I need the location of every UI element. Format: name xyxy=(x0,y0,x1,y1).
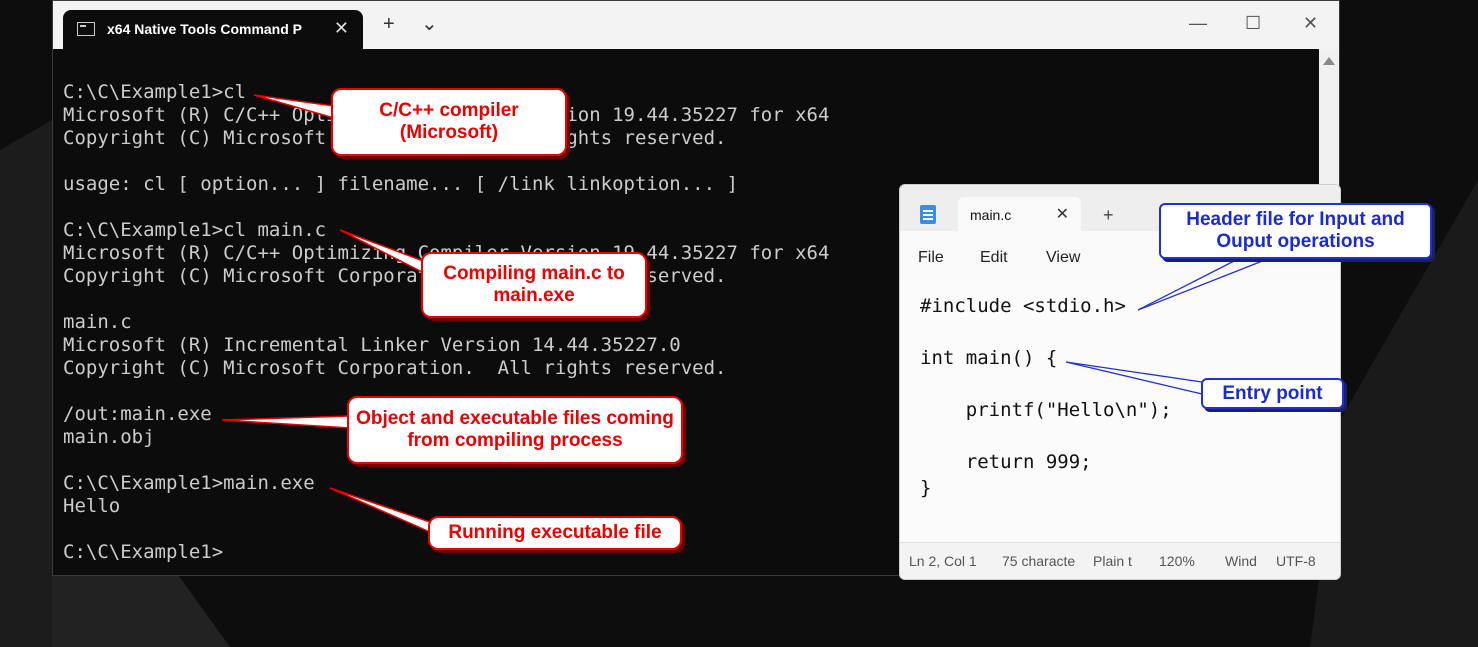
callout-object-files: Object and executable files coming from … xyxy=(347,396,683,464)
callout-pointers xyxy=(221,94,1271,534)
callout-compiling: Compiling main.c to main.exe xyxy=(421,252,647,318)
callout-header-file: Header file for Input and Ouput operatio… xyxy=(1159,203,1432,259)
callout-entry-point: Entry point xyxy=(1201,378,1344,409)
callout-compiler: C/C++ compiler (Microsoft) xyxy=(331,88,567,156)
callout-running: Running executable file xyxy=(428,516,682,550)
